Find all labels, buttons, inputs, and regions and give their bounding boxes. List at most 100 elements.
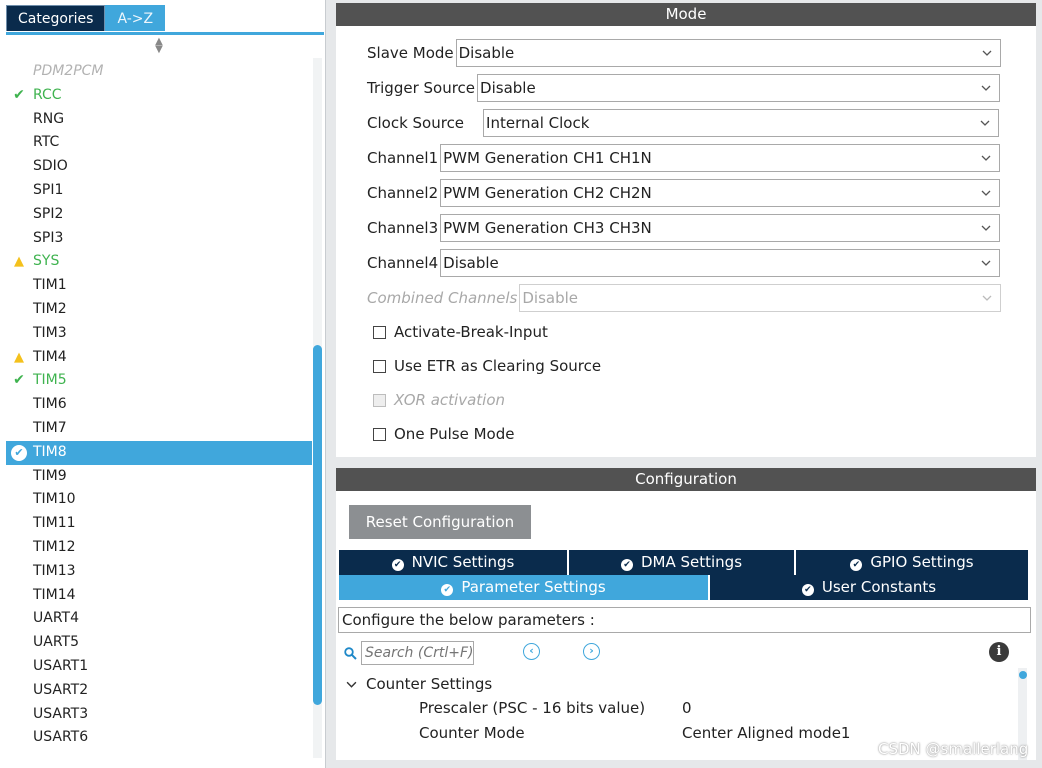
check-icon: ✔ (13, 372, 25, 389)
tab-label: DMA Settings (640, 553, 743, 571)
warning-icon: ▲ (14, 254, 24, 270)
list-scrollbar-thumb[interactable] (313, 345, 322, 705)
chevron-down-icon (982, 50, 992, 56)
slave-mode-row: Slave Mode Disable (367, 39, 1001, 67)
list-item[interactable]: PDM2PCM (6, 60, 312, 84)
activate-break-input-checkbox[interactable]: Activate-Break-Input (373, 322, 548, 342)
list-item[interactable]: TIM10 (6, 488, 312, 512)
counter-settings-group[interactable]: Counter Settings (346, 673, 492, 695)
list-item-label: TIM8 (33, 443, 67, 460)
slave-mode-select[interactable]: Disable (455, 39, 1001, 67)
list-item[interactable]: ✔ TIM5 (6, 369, 312, 393)
tab-parameter-settings[interactable]: ✔ Parameter Settings (339, 575, 710, 600)
list-item[interactable]: SPI3 (6, 227, 312, 251)
list-item-label: USART6 (33, 729, 89, 746)
checkbox-box[interactable] (373, 359, 386, 373)
list-item-label: RNG (33, 110, 65, 127)
field-label: Channel2 (367, 184, 439, 202)
tab-gpio-settings[interactable]: ✔ GPIO Settings (796, 550, 1028, 575)
list-item-label: TIM7 (33, 419, 67, 436)
list-item[interactable]: TIM12 (6, 536, 312, 560)
list-item[interactable]: RNG (6, 108, 312, 132)
tab-label: User Constants (821, 578, 937, 596)
list-item-label: USART2 (33, 681, 89, 698)
list-item[interactable]: TIM6 (6, 393, 312, 417)
list-item-label: TIM4 (33, 348, 67, 365)
chevron-down-icon (981, 225, 991, 231)
tab-categories[interactable]: Categories (6, 5, 106, 31)
tab-dma-settings[interactable]: ✔ DMA Settings (569, 550, 796, 575)
list-item[interactable]: UART4 (6, 607, 312, 631)
list-item[interactable]: TIM1 (6, 274, 312, 298)
channel3-select[interactable]: PWM Generation CH3 CH3N (440, 214, 1001, 242)
chevron-down-icon (981, 85, 991, 91)
list-item[interactable]: ▲ TIM4 (6, 346, 312, 370)
chevron-down-icon (981, 155, 991, 161)
clock-source-select[interactable]: Internal Clock (483, 109, 1000, 137)
check-icon: ✔ (13, 86, 25, 103)
list-item[interactable]: TIM9 (6, 465, 312, 489)
sort-icon[interactable]: ▲ ▼ (152, 37, 166, 55)
checkbox-box[interactable] (373, 427, 386, 441)
info-icon[interactable]: i (989, 642, 1009, 662)
use-etr-checkbox[interactable]: Use ETR as Clearing Source (373, 356, 601, 376)
checkbox-box[interactable] (373, 325, 386, 339)
param-label: Counter Mode (419, 724, 525, 742)
list-item[interactable]: TIM14 (6, 584, 312, 608)
list-item[interactable]: ▲ SYS (6, 250, 312, 274)
parameters-description: Configure the below parameters : (338, 607, 1031, 633)
list-item[interactable]: TIM2 (6, 298, 312, 322)
list-item[interactable]: SDIO (6, 155, 312, 179)
list-item-label: TIM1 (33, 277, 67, 294)
left-tabs: Categories A->Z (6, 5, 166, 35)
parameters-scrollbar-thumb[interactable] (1019, 671, 1027, 679)
checkbox-box (373, 393, 386, 407)
list-item-label: USART3 (33, 705, 89, 722)
one-pulse-mode-checkbox[interactable]: One Pulse Mode (373, 424, 514, 444)
param-row[interactable]: Prescaler (PSC - 16 bits value) 0 (419, 697, 1019, 719)
list-item[interactable]: USART2 (6, 679, 312, 703)
tab-nvic-settings[interactable]: ✔ NVIC Settings (339, 550, 569, 575)
list-item[interactable]: ✔ RCC (6, 84, 312, 108)
trigger-source-select[interactable]: Disable (477, 74, 1001, 102)
tab-a-z[interactable]: A->Z (105, 5, 166, 31)
list-item[interactable]: SPI1 (6, 179, 312, 203)
previous-icon[interactable]: ‹ (523, 643, 540, 660)
list-item[interactable]: TIM3 (6, 322, 312, 346)
list-item[interactable]: TIM7 (6, 417, 312, 441)
chevron-down-icon[interactable] (346, 679, 357, 690)
list-item[interactable]: TIM13 (6, 560, 312, 584)
field-label: Clock Source (367, 114, 465, 132)
channel4-select[interactable]: Disable (440, 249, 1001, 277)
combined-channels-row: Combined Channels Disable (367, 284, 1002, 312)
tab-label: NVIC Settings (411, 553, 515, 571)
tab-underline (6, 32, 324, 35)
channel2-select[interactable]: PWM Generation CH2 CH2N (440, 179, 1001, 207)
combined-channels-select: Disable (519, 284, 1002, 312)
param-value: Center Aligned mode1 (682, 724, 851, 742)
peripheral-panel: Categories A->Z ▲ ▼ PDM2PCM ✔ RCC RNG RTC … (0, 0, 326, 768)
list-item[interactable]: RTC (6, 131, 312, 155)
list-item-label: TIM9 (33, 467, 67, 484)
list-item[interactable]: SPI2 (6, 203, 312, 227)
reset-configuration-button[interactable]: Reset Configuration (349, 505, 531, 539)
list-item-label: TIM12 (33, 538, 76, 555)
checkbox-label: One Pulse Mode (394, 425, 515, 443)
list-item[interactable]: USART1 (6, 655, 312, 679)
search-field[interactable] (361, 641, 474, 665)
list-item[interactable]: TIM11 (6, 512, 312, 536)
list-item[interactable]: UART5 (6, 631, 312, 655)
chevron-down-icon (981, 190, 991, 196)
list-item-selected[interactable]: ✔ TIM8 (6, 440, 312, 465)
list-item[interactable]: USART6 (6, 726, 312, 750)
select-value: Disable (458, 44, 515, 62)
tab-user-constants[interactable]: ✔ User Constants (710, 575, 1028, 600)
search-input[interactable] (362, 642, 473, 664)
list-item[interactable]: USART3 (6, 703, 312, 727)
search-row (344, 641, 474, 665)
channel1-select[interactable]: PWM Generation CH1 CH1N (440, 144, 1001, 172)
list-item-label: SPI1 (33, 181, 64, 198)
list-item-label: TIM10 (33, 491, 76, 508)
next-icon[interactable]: › (583, 643, 600, 660)
list-item-label: TIM11 (33, 515, 76, 532)
